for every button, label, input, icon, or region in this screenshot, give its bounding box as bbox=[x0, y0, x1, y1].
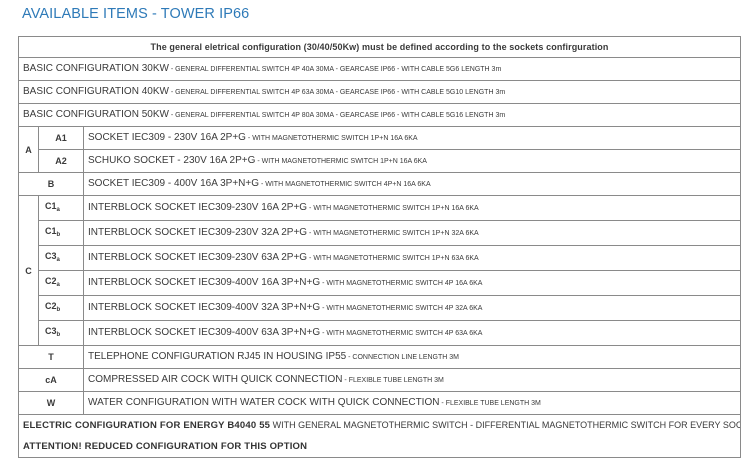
item-telephone: TELEPHONE CONFIGURATION RJ45 IN HOUSING … bbox=[82, 345, 742, 369]
energy-config-note: ELECTRIC CONFIGURATION FOR ENERGY B4040 … bbox=[17, 414, 742, 458]
table-header: The general eletrical configuration (30/… bbox=[17, 36, 742, 58]
item-code-c1b: C1b bbox=[38, 220, 84, 246]
table-row: W WATER CONFIGURATION WITH WATER COCK WI… bbox=[18, 391, 742, 415]
item-compressed-air: COMPRESSED AIR COCK WITH QUICK CONNECTIO… bbox=[82, 368, 742, 392]
energy-config-detail: WITH GENERAL MAGNETOTHERMIC SWITCH - DIF… bbox=[270, 420, 741, 430]
item-code-c3b: C3b bbox=[38, 320, 84, 346]
item-code-ca: cA bbox=[18, 368, 84, 392]
table-row: A2 SCHUKO SOCKET - 230V 16A 2P+G - WITH … bbox=[19, 149, 742, 173]
basic-config-30kw: BASIC CONFIGURATION 30KW - GENERAL DIFFE… bbox=[17, 57, 742, 81]
item-a1: SOCKET IEC309 - 230V 16A 2P+G - WITH MAG… bbox=[82, 126, 742, 150]
item-code-b: B bbox=[18, 172, 84, 196]
item-c2b: INTERBLOCK SOCKET IEC309-400V 32A 3P+N+G… bbox=[82, 295, 742, 321]
item-code-t: T bbox=[18, 345, 84, 369]
footer-row: ELECTRIC CONFIGURATION FOR ENERGY B4040 … bbox=[17, 414, 742, 458]
group-a-label: A bbox=[18, 126, 39, 173]
item-code-a1: A1 bbox=[38, 126, 84, 150]
table-row: BASIC CONFIGURATION 50KW - GENERAL DIFFE… bbox=[17, 103, 742, 127]
item-code-c3a: C3a bbox=[38, 245, 84, 271]
item-code-c2a: C2a bbox=[38, 270, 84, 296]
item-c3b: INTERBLOCK SOCKET IEC309-400V 63A 3P+N+G… bbox=[82, 320, 742, 346]
item-a2: SCHUKO SOCKET - 230V 16A 2P+G - WITH MAG… bbox=[82, 149, 742, 173]
item-c3a: INTERBLOCK SOCKET IEC309-230V 63A 2P+G -… bbox=[82, 245, 742, 271]
table-row: C C1a INTERBLOCK SOCKET IEC309-230V 16A … bbox=[18, 195, 742, 346]
table-row: C2b INTERBLOCK SOCKET IEC309-400V 32A 3P… bbox=[19, 295, 742, 321]
table-row: C3a INTERBLOCK SOCKET IEC309-230V 63A 2P… bbox=[19, 245, 742, 271]
item-code-w: W bbox=[18, 391, 84, 415]
item-b: SOCKET IEC309 - 400V 16A 3P+N+G - WITH M… bbox=[82, 172, 742, 196]
basic-config-40kw: BASIC CONFIGURATION 40KW - GENERAL DIFFE… bbox=[17, 80, 742, 104]
basic-config-50kw: BASIC CONFIGURATION 50KW - GENERAL DIFFE… bbox=[17, 103, 742, 127]
item-code-c2b: C2b bbox=[38, 295, 84, 321]
table-row: C2a INTERBLOCK SOCKET IEC309-400V 16A 3P… bbox=[19, 270, 742, 296]
table-row: B SOCKET IEC309 - 400V 16A 3P+N+G - WITH… bbox=[18, 172, 742, 196]
item-c2a: INTERBLOCK SOCKET IEC309-400V 16A 3P+N+G… bbox=[82, 270, 742, 296]
item-c1b: INTERBLOCK SOCKET IEC309-230V 32A 2P+G -… bbox=[82, 220, 742, 246]
page-title: AVAILABLE ITEMS - TOWER IP66 bbox=[22, 6, 250, 22]
table-row: C3b INTERBLOCK SOCKET IEC309-400V 63A 3P… bbox=[19, 320, 742, 346]
group-c-label: C bbox=[18, 195, 39, 346]
item-c1a: INTERBLOCK SOCKET IEC309-230V 16A 2P+G -… bbox=[82, 195, 742, 221]
header-row: The general eletrical configuration (30/… bbox=[17, 36, 742, 58]
table-row: cA COMPRESSED AIR COCK WITH QUICK CONNEC… bbox=[18, 368, 742, 392]
table-row: T TELEPHONE CONFIGURATION RJ45 IN HOUSIN… bbox=[18, 345, 742, 369]
item-code-c1a: C1a bbox=[38, 195, 84, 221]
item-water: WATER CONFIGURATION WITH WATER COCK WITH… bbox=[82, 391, 742, 415]
attention-note: ATTENTION! REDUCED CONFIGURATION FOR THI… bbox=[23, 441, 308, 452]
table-row: A A1 SOCKET IEC309 - 230V 16A 2P+G - WIT… bbox=[18, 126, 742, 173]
table-row: BASIC CONFIGURATION 30KW - GENERAL DIFFE… bbox=[17, 57, 742, 81]
items-table: The general eletrical configuration (30/… bbox=[17, 36, 742, 458]
table-row: BASIC CONFIGURATION 40KW - GENERAL DIFFE… bbox=[17, 80, 742, 104]
item-code-a2: A2 bbox=[38, 149, 84, 173]
energy-config-title: ELECTRIC CONFIGURATION FOR ENERGY B4040 … bbox=[23, 420, 271, 431]
table-row: C1b INTERBLOCK SOCKET IEC309-230V 32A 2P… bbox=[19, 220, 742, 246]
